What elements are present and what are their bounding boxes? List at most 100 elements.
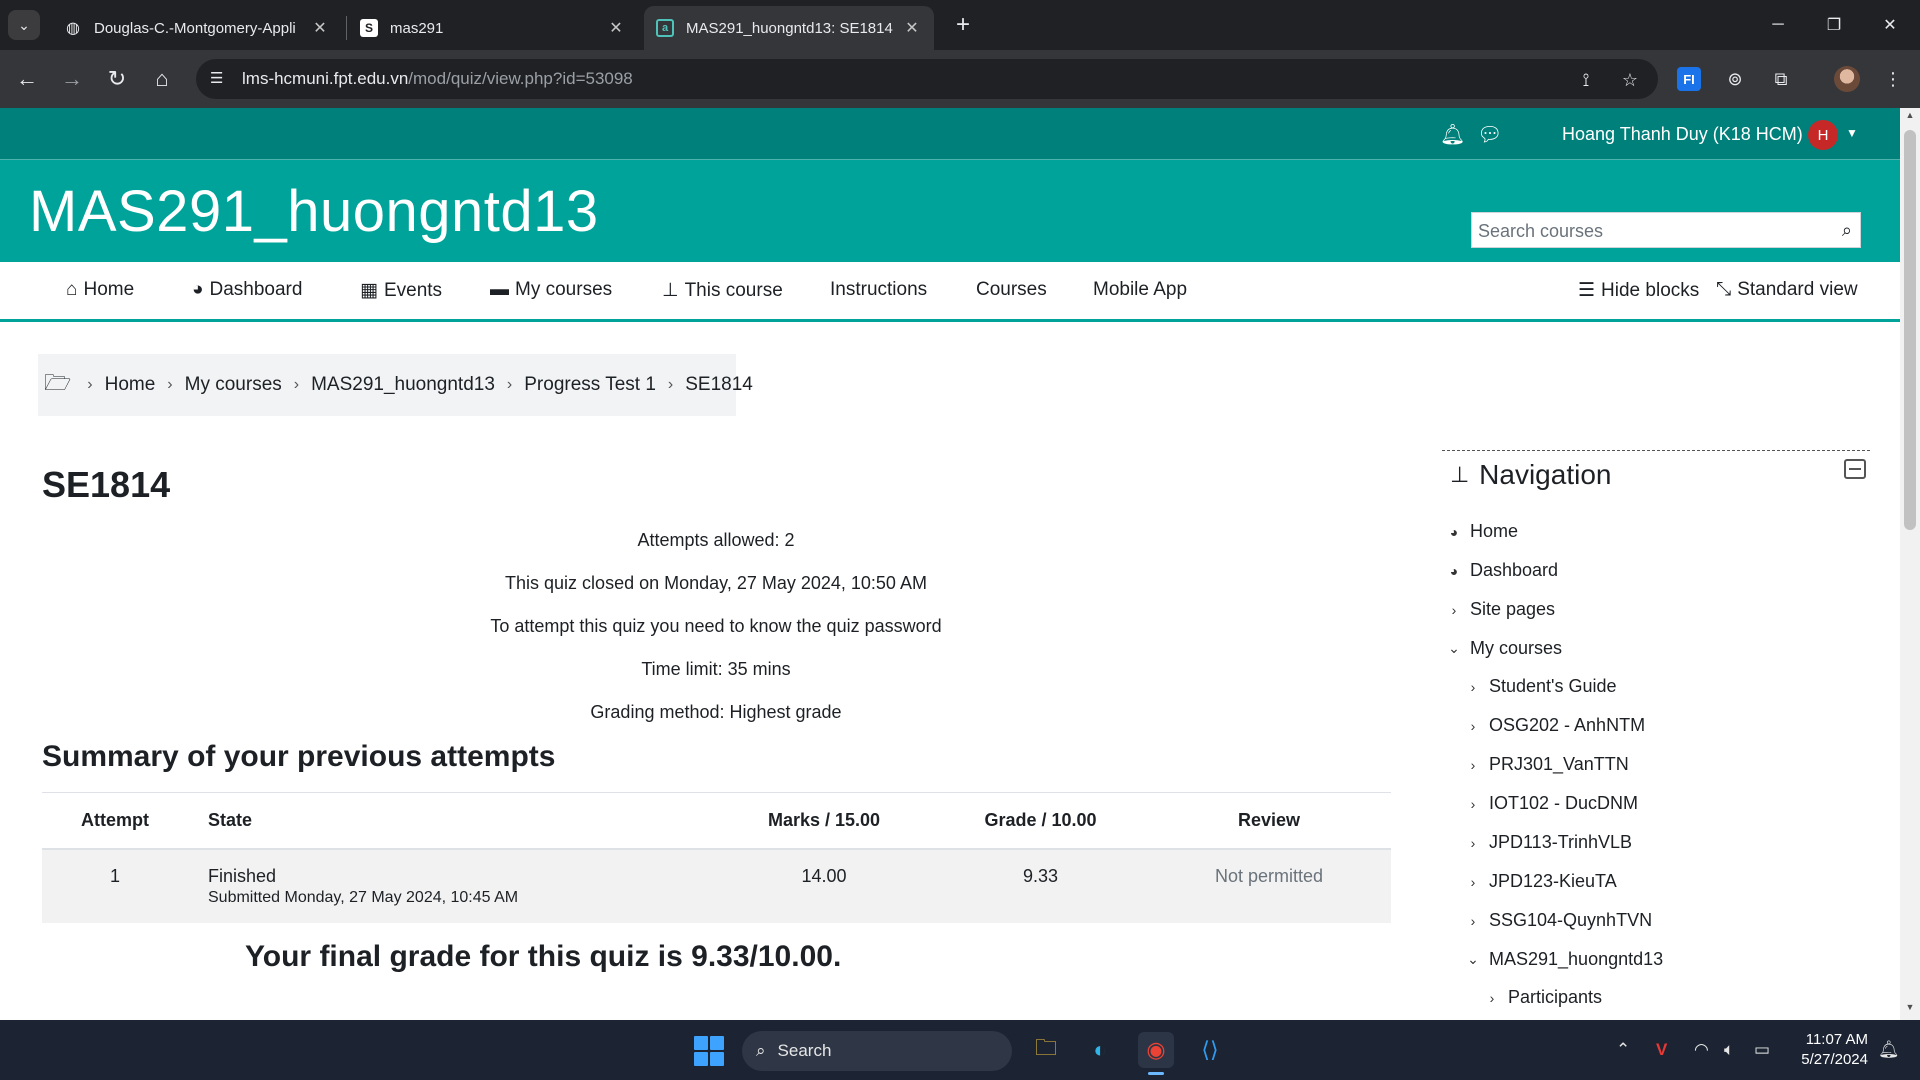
nav-home[interactable]: ⌂ Home xyxy=(66,279,134,301)
tab-search-button[interactable]: ⌄ xyxy=(8,10,40,40)
nav-tree-course[interactable]: › JPD123-KieuTA xyxy=(1463,871,1617,892)
user-menu-name[interactable]: Hoang Thanh Duy (K18 HCM) xyxy=(1562,124,1803,145)
nav-tree-current-course[interactable]: ⌄ MAS291_huongntd13 xyxy=(1463,949,1663,970)
scroll-thumb[interactable] xyxy=(1904,130,1916,530)
close-tab-icon[interactable]: ✕ xyxy=(902,18,922,38)
dashboard-icon: ◕ xyxy=(1449,523,1459,540)
nav-tree-label: PRJ301_VanTTN xyxy=(1489,754,1629,774)
avatar[interactable]: H xyxy=(1808,120,1838,150)
nav-label: Events xyxy=(383,279,443,301)
volume-muted-icon[interactable]: 🔈︎ xyxy=(1724,1040,1734,1060)
browser-tab[interactable]: ◍ Douglas-C.-Montgomery-Appli ✕ xyxy=(52,6,342,50)
notification-bell-icon[interactable]: 🔔︎ xyxy=(1878,1040,1900,1060)
clock-date: 5/27/2024 xyxy=(1801,1051,1868,1068)
extension-fi-icon[interactable]: FI xyxy=(1672,62,1706,96)
browser-tab[interactable]: S mas291 ✕ xyxy=(348,6,638,50)
windows-start-icon[interactable] xyxy=(694,1036,724,1066)
reload-icon[interactable]: ↻ xyxy=(100,62,134,96)
site-info-icon[interactable]: ☰ xyxy=(210,69,230,89)
extensions-puzzle-icon[interactable]: ⧉ xyxy=(1764,62,1798,96)
column-header: Attempt xyxy=(42,792,188,850)
nav-label: Dashboard xyxy=(209,279,303,300)
restore-icon[interactable]: ❐ xyxy=(1806,0,1862,50)
nav-courses[interactable]: Courses xyxy=(976,279,1047,301)
notifications-bell-icon[interactable]: 🔔︎ xyxy=(1440,122,1465,147)
nav-tree-course[interactable]: › SSG104-QuynhTVN xyxy=(1463,910,1652,931)
browser-menu-icon[interactable]: ⋮ xyxy=(1876,62,1910,96)
vscode-icon[interactable]: ⟨⟩ xyxy=(1192,1032,1228,1068)
page-title: SE1814 xyxy=(42,464,171,505)
profile-avatar-icon[interactable] xyxy=(1830,62,1864,96)
back-icon[interactable]: ← xyxy=(10,62,44,96)
caret-down-icon[interactable]: ▼ xyxy=(1846,126,1858,140)
taskbar-clock[interactable]: 11:07 AM 5/27/2024 xyxy=(1798,1030,1868,1070)
url-text[interactable]: lms-hcmuni.fpt.edu.vn/mod/quiz/view.php?… xyxy=(242,69,633,89)
nav-tree-course[interactable]: › OSG202 - AnhNTM xyxy=(1463,715,1645,736)
edge-browser-icon[interactable]: ◐ xyxy=(1082,1032,1118,1068)
hide-blocks-button[interactable]: ☰ Hide blocks xyxy=(1578,279,1699,302)
dashboard-icon: ◕ xyxy=(192,279,204,300)
quiz-password-note: To attempt this quiz you need to know th… xyxy=(490,616,942,636)
quiz-attempts-allowed: Attempts allowed: 2 xyxy=(637,530,795,550)
nav-tree-label: Participants xyxy=(1508,987,1603,1007)
translate-icon[interactable]: ⟟ xyxy=(1574,68,1598,92)
nav-events[interactable]: ▦ Events xyxy=(360,279,442,302)
search-courses: ⌕ xyxy=(1471,212,1861,248)
new-tab-button[interactable]: + xyxy=(948,10,978,40)
address-bar[interactable]: ☰ lms-hcmuni.fpt.edu.vn/mod/quiz/view.ph… xyxy=(196,59,1658,99)
breadcrumb-my-courses[interactable]: My courses xyxy=(185,374,282,396)
nav-tree-course[interactable]: › Student's Guide xyxy=(1463,676,1617,697)
attempt-state: Finished xyxy=(208,865,277,886)
nav-instructions[interactable]: Instructions xyxy=(830,279,927,301)
page-scrollbar[interactable]: ▲ ▼ xyxy=(1900,108,1920,1020)
sitemap-icon: ⊥ xyxy=(662,280,679,301)
forward-icon[interactable]: → xyxy=(55,62,89,96)
nav-label: Home xyxy=(83,279,135,300)
collapse-block-icon[interactable] xyxy=(1844,459,1866,479)
messages-icon[interactable]: 💬︎ xyxy=(1477,122,1502,147)
nav-dashboard[interactable]: ◕ Dashboard xyxy=(192,279,302,301)
nav-tree-course[interactable]: › IOT102 - DucDNM xyxy=(1463,793,1638,814)
chevron-right-icon: › xyxy=(167,376,173,393)
breadcrumb-course[interactable]: MAS291_huongntd13 xyxy=(311,374,495,396)
nav-tree-dashboard[interactable]: ◕ Dashboard xyxy=(1444,560,1558,581)
nav-my-courses[interactable]: ▬ My courses xyxy=(490,279,612,301)
taskbar-search[interactable]: ⌕ Search xyxy=(742,1031,1012,1071)
breadcrumb-home[interactable]: Home xyxy=(105,374,156,396)
bookmark-star-icon[interactable]: ☆ xyxy=(1618,68,1642,92)
scroll-up-icon[interactable]: ▲ xyxy=(1900,110,1920,126)
nav-tree-my-courses[interactable]: ⌄ My courses xyxy=(1444,638,1562,659)
nav-tree-participants[interactable]: › Participants xyxy=(1482,987,1602,1008)
close-tab-icon[interactable]: ✕ xyxy=(310,18,330,38)
column-header: Grade / 10.00 xyxy=(934,792,1147,850)
chevron-right-icon: › xyxy=(1470,873,1476,890)
breadcrumb-current[interactable]: SE1814 xyxy=(685,374,753,396)
file-explorer-icon[interactable]: 🗀 xyxy=(1028,1032,1064,1068)
nav-mobile-app[interactable]: Mobile App xyxy=(1093,279,1187,301)
nav-tree-site-pages[interactable]: › Site pages xyxy=(1444,599,1555,620)
attempt-grade: 9.33 xyxy=(934,848,1147,923)
chevron-right-icon: › xyxy=(1470,912,1476,929)
search-input[interactable] xyxy=(1478,219,1818,243)
minimize-icon[interactable]: ─ xyxy=(1750,0,1806,50)
browser-tab-active[interactable]: a MAS291_huongntd13: SE1814 ✕ xyxy=(644,6,934,50)
chrome-browser-icon[interactable]: ◉ xyxy=(1138,1032,1174,1068)
battery-icon[interactable]: ▭ xyxy=(1754,1040,1770,1060)
vivaldi-tray-icon[interactable]: V xyxy=(1656,1040,1667,1060)
search-icon[interactable]: ⌕ xyxy=(1842,220,1852,241)
navigation-block: ⊥ Navigation ◕ Home ◕ Dashboard › Site p… xyxy=(1442,450,1870,1020)
close-window-icon[interactable]: ✕ xyxy=(1862,0,1918,50)
close-tab-icon[interactable]: ✕ xyxy=(606,18,626,38)
nav-tree-course[interactable]: › JPD113-TrinhVLB xyxy=(1463,832,1632,853)
breadcrumb-section[interactable]: Progress Test 1 xyxy=(524,374,656,396)
standard-view-label: Standard view xyxy=(1737,279,1858,300)
nav-this-course[interactable]: ⊥ This course xyxy=(662,279,783,302)
chevron-up-icon[interactable]: ⌃ xyxy=(1616,1040,1630,1060)
scroll-down-icon[interactable]: ▼ xyxy=(1900,1002,1920,1018)
reader-extension-icon[interactable]: ⊚ xyxy=(1718,62,1752,96)
nav-tree-home[interactable]: ◕ Home xyxy=(1444,521,1518,542)
wifi-icon[interactable]: ◠ xyxy=(1694,1040,1709,1060)
standard-view-button[interactable]: ⤡ Standard view xyxy=(1716,279,1858,301)
home-icon[interactable]: ⌂ xyxy=(145,62,179,96)
nav-tree-course[interactable]: › PRJ301_VanTTN xyxy=(1463,754,1629,775)
